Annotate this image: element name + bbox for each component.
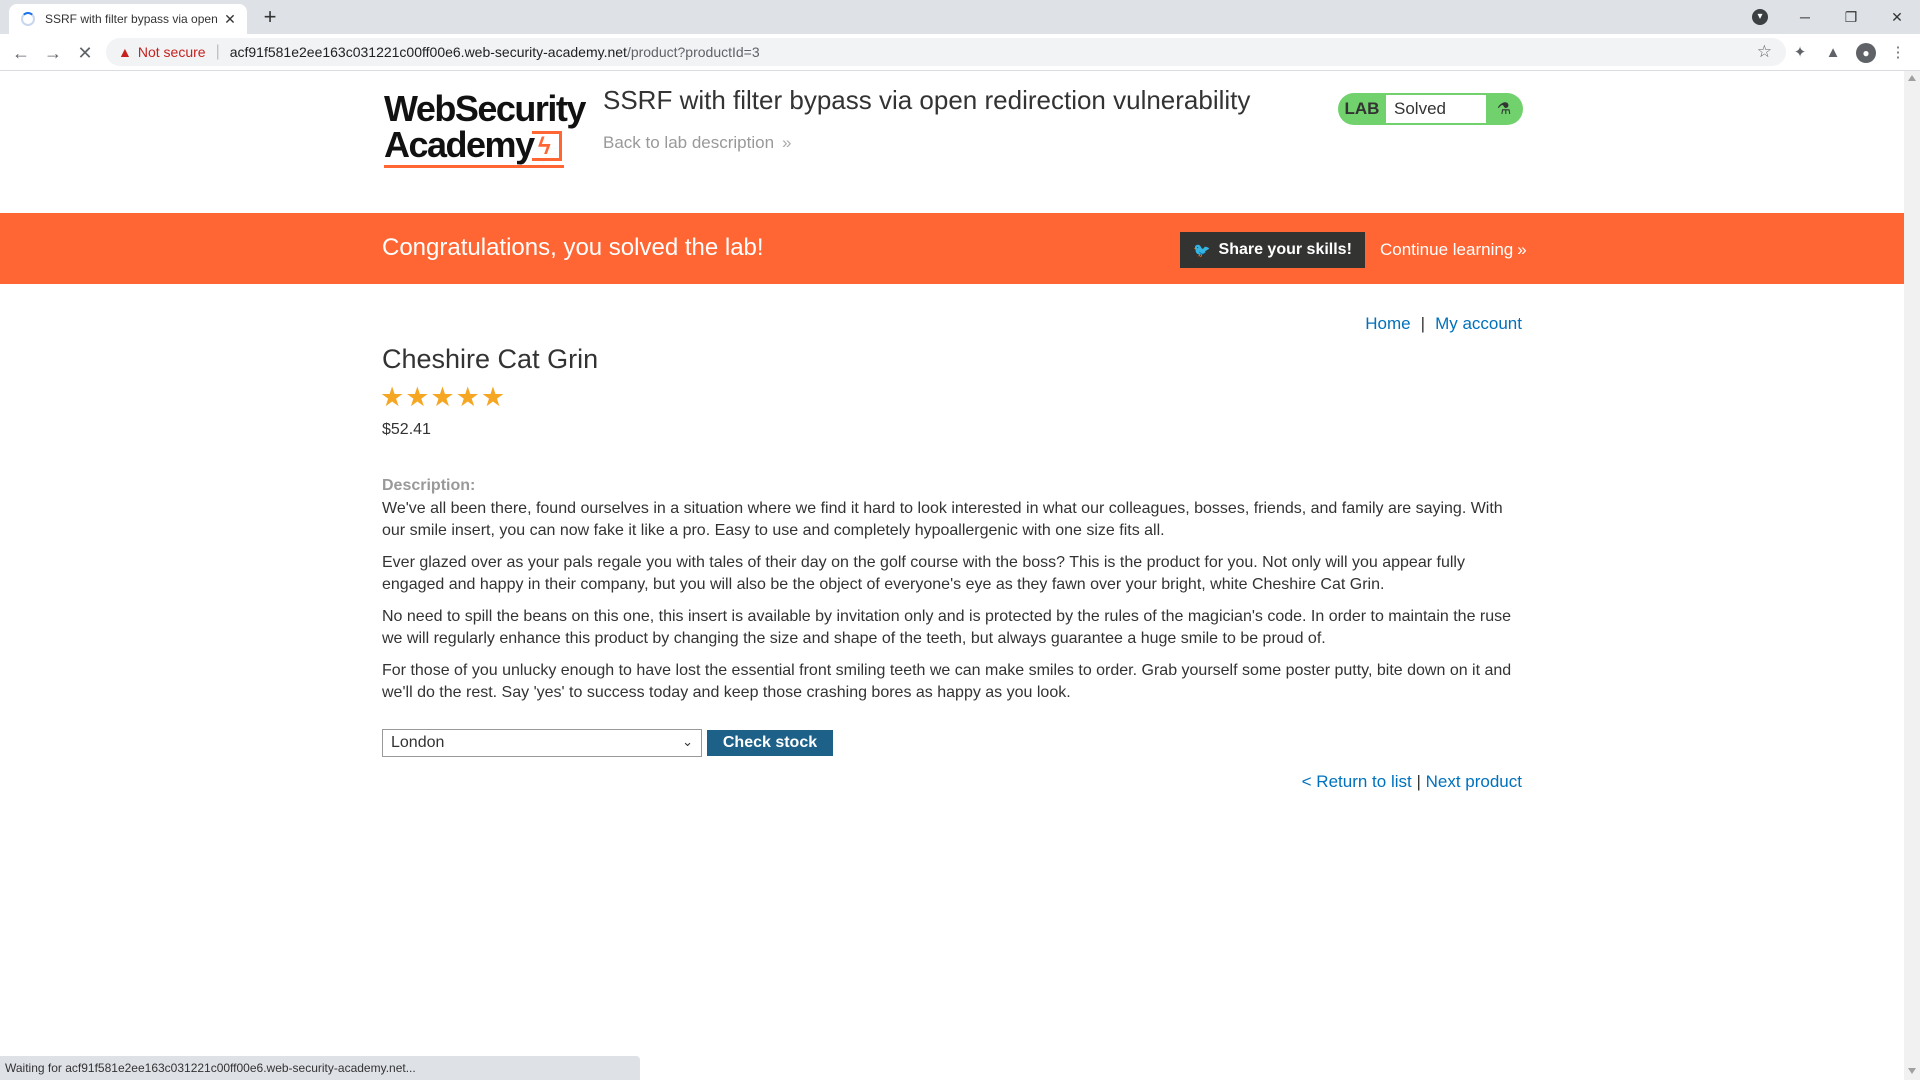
share-skills-button[interactable]: 🐦 Share your skills! <box>1180 232 1365 268</box>
bookmark-star-icon[interactable]: ☆ <box>1757 42 1772 62</box>
stop-loading-icon[interactable]: ✕ <box>72 40 98 66</box>
product-nav-separator: | <box>1416 772 1421 791</box>
description-paragraph: For those of you unlucky enough to have … <box>382 662 1512 701</box>
product-navigation: < Return to list | Next product <box>1302 772 1522 792</box>
minimize-window-icon[interactable]: ─ <box>1790 4 1820 30</box>
product-rating-stars: ★★★★★ <box>380 382 507 412</box>
page-viewport: WebSecurity Academy ϟ SSRF with filter by… <box>0 71 1904 1080</box>
url-host: acf91f581e2ee163c031221c00ff00e6.web-sec… <box>229 44 627 60</box>
back-arrow-icon[interactable]: ← <box>8 40 34 66</box>
store-select-value: London <box>391 734 445 751</box>
browser-toolbar: ← → ✕ ▲ Not secure | acf91f581e2ee163c03… <box>0 34 1920 71</box>
lab-state-label: Solved <box>1386 95 1486 123</box>
description-label: Description: <box>382 477 476 494</box>
new-tab-button[interactable]: + <box>258 6 282 30</box>
scroll-up-arrow-icon[interactable] <box>1908 75 1916 81</box>
logo-bolt-icon: ϟ <box>532 131 562 161</box>
description-paragraph: No need to spill the beans on this one, … <box>382 608 1512 647</box>
double-chevron-right-icon: » <box>782 133 792 152</box>
tab-strip: SSRF with filter bypass via open r ✕ + ▾… <box>0 0 1920 34</box>
twitter-bird-icon: 🐦 <box>1193 241 1211 258</box>
forward-arrow-icon[interactable]: → <box>40 40 66 66</box>
product-description: We've all been there, found ourselves in… <box>382 498 1522 714</box>
logo-line-2: Academy ϟ <box>384 127 584 163</box>
lab-flask-extension-icon[interactable]: ▲ <box>1823 43 1843 63</box>
vertical-scrollbar[interactable] <box>1904 71 1920 1080</box>
logo-line-1: WebSecurity <box>384 88 586 129</box>
my-account-link[interactable]: My account <box>1435 314 1522 333</box>
address-bar[interactable]: ▲ Not secure | acf91f581e2ee163c031221c0… <box>106 38 1786 66</box>
tab-title: SSRF with filter bypass via open r <box>45 12 221 26</box>
stock-check-form: London ⌄ Check stock <box>382 729 833 757</box>
url-path: /product?productId=3 <box>626 44 760 60</box>
nav-separator: | <box>1420 314 1426 333</box>
extensions-puzzle-icon[interactable]: ✦ <box>1790 43 1810 63</box>
return-to-list-link[interactable]: < Return to list <box>1302 772 1412 791</box>
back-to-lab-description-link[interactable]: Back to lab description» <box>603 133 792 153</box>
congratulations-message: Congratulations, you solved the lab! <box>382 234 764 261</box>
next-product-link[interactable]: Next product <box>1426 772 1522 791</box>
lab-tag: LAB <box>1344 99 1380 118</box>
product-price: $52.41 <box>382 421 431 438</box>
lab-title: SSRF with filter bypass via open redirec… <box>603 85 1251 115</box>
tab-close-icon[interactable]: ✕ <box>221 11 239 28</box>
description-paragraph: We've all been there, found ourselves in… <box>382 500 1503 539</box>
check-stock-button[interactable]: Check stock <box>707 730 833 756</box>
logo-underline <box>384 165 564 168</box>
flask-icon: ⚗ <box>1496 101 1512 118</box>
lab-status-widget: LAB Solved ⚗ <box>1338 93 1523 125</box>
solved-banner: Congratulations, you solved the lab! 🐦 Sh… <box>0 213 1904 284</box>
home-link[interactable]: Home <box>1365 314 1410 333</box>
close-window-icon[interactable]: ✕ <box>1882 4 1912 30</box>
description-paragraph: Ever glazed over as your pals regale you… <box>382 554 1465 593</box>
not-secure-label[interactable]: Not secure <box>138 44 206 60</box>
store-select[interactable]: London ⌄ <box>382 729 702 757</box>
web-security-academy-logo[interactable]: WebSecurity Academy ϟ <box>384 88 586 171</box>
browser-status-bar: Waiting for acf91f581e2ee163c031221c00ff… <box>0 1056 640 1080</box>
loading-spinner-icon <box>21 12 35 26</box>
browser-menu-icon[interactable]: ⋮ <box>1888 43 1908 63</box>
chevron-down-icon: ⌄ <box>682 734 693 749</box>
warning-triangle-icon: ▲ <box>118 44 132 60</box>
profile-avatar-icon[interactable]: ● <box>1856 43 1876 63</box>
scroll-down-arrow-icon[interactable] <box>1908 1068 1916 1074</box>
restore-window-icon[interactable]: ❐ <box>1836 4 1866 30</box>
continue-learning-link[interactable]: Continue learning» <box>1380 240 1527 260</box>
top-navigation: Home | My account <box>1365 314 1522 334</box>
tab-search-icon[interactable]: ▾ <box>1752 9 1768 25</box>
double-chevron-right-icon: » <box>1517 240 1527 259</box>
address-divider: | <box>215 43 220 60</box>
product-title: Cheshire Cat Grin <box>382 344 599 374</box>
browser-tab-active[interactable]: SSRF with filter bypass via open r ✕ <box>9 4 247 34</box>
